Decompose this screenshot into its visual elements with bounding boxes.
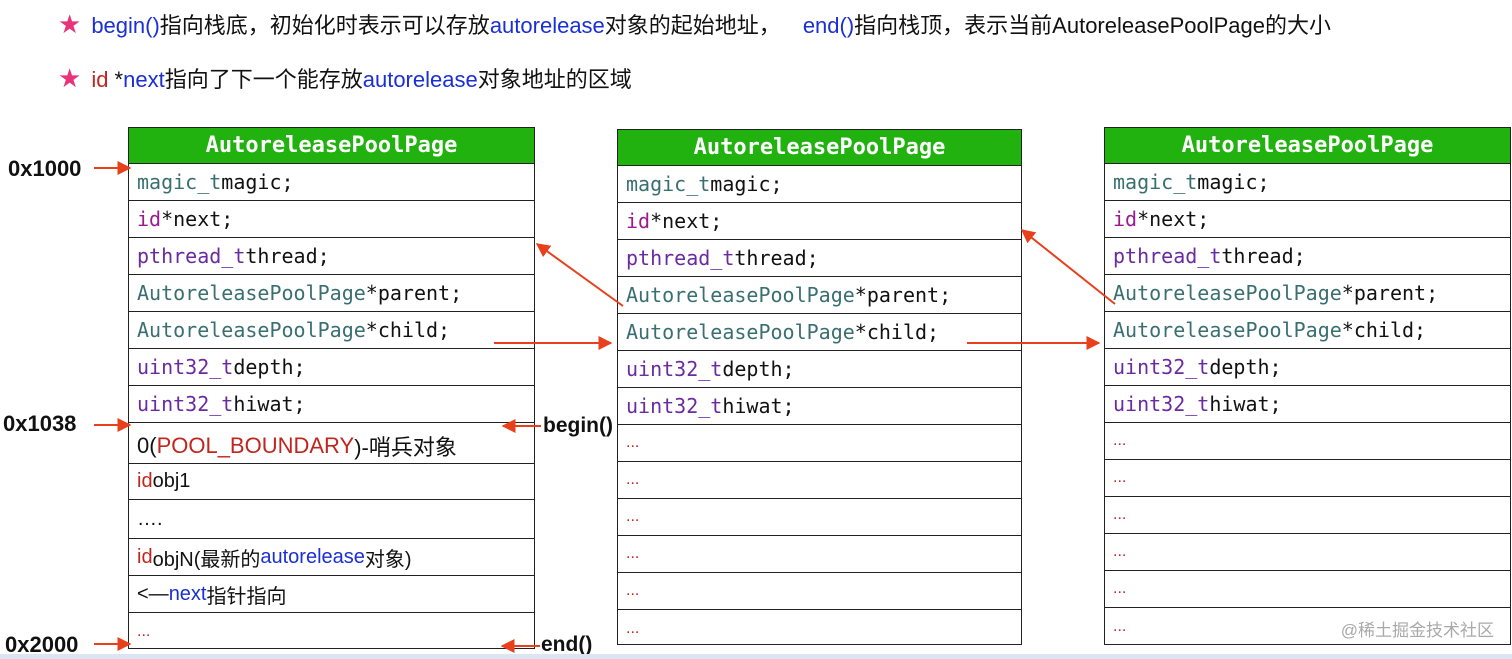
row-depth: uint32_t depth;: [129, 349, 534, 386]
row-dots: ….: [129, 500, 534, 539]
row-hiwat: uint32_t hiwat;: [1105, 386, 1510, 423]
row-parent: AutoreleasePoolPage *parent;: [618, 277, 1021, 314]
row-child: AutoreleasePoolPage *child;: [129, 312, 534, 349]
page-title: AutoreleasePoolPage: [129, 128, 534, 164]
arrow-parent-2-to-1: [535, 243, 624, 307]
address-label-0x1000: 0x1000: [8, 156, 82, 181]
empty-slot: ...: [626, 619, 640, 637]
row-next: id *next;: [618, 203, 1021, 240]
autorelease-pool-page-3: AutoreleasePoolPage magic_t magic; id *n…: [1104, 127, 1511, 645]
row-thread: pthread_t thread;: [618, 240, 1021, 277]
row-parent: AutoreleasePoolPage *parent;: [129, 275, 534, 312]
row-magic: magic_t magic;: [1105, 164, 1510, 201]
empty-slot: ...: [1105, 571, 1510, 608]
row-pool-boundary: 0(POOL_BOUNDARY)-哨兵对象: [129, 423, 534, 464]
star-icon: ★: [58, 9, 82, 39]
empty-slot: ...: [1105, 497, 1510, 534]
row-end-slot: ...: [137, 622, 151, 640]
empty-slot: ...: [1105, 534, 1510, 571]
autorelease-pool-page-2: AutoreleasePoolPage magic_t magic; id *n…: [617, 129, 1022, 645]
empty-slot: ...: [1105, 460, 1510, 497]
note-next: ★ id *next指向了下一个能存放autorelease对象地址的区域: [58, 63, 632, 93]
star-icon: ★: [58, 63, 82, 93]
row-magic: magic_t magic;: [129, 164, 534, 201]
row-magic: magic_t magic;: [618, 166, 1021, 203]
empty-slot: ...: [618, 499, 1021, 536]
empty-slot: ...: [618, 573, 1021, 610]
row-next-pointer: <— next 指针指向: [129, 576, 534, 613]
row-depth: uint32_t depth;: [1105, 349, 1510, 386]
row-parent: AutoreleasePoolPage *parent;: [1105, 275, 1510, 312]
page-title: AutoreleasePoolPage: [1105, 128, 1510, 164]
row-child: AutoreleasePoolPage *child;: [1105, 312, 1510, 349]
row-child: AutoreleasePoolPage *child;: [618, 314, 1021, 351]
page-title: AutoreleasePoolPage: [618, 130, 1021, 166]
bottom-strip: [0, 654, 1512, 659]
empty-slot: ...: [618, 425, 1021, 462]
empty-slot: ...: [618, 462, 1021, 499]
row-obj1: id obj1: [129, 464, 534, 500]
watermark: @稀土掘金技术社区: [1340, 621, 1494, 640]
row-hiwat: uint32_t hiwat;: [129, 386, 534, 423]
arrow-parent-3-to-2: [1020, 229, 1116, 305]
begin-pointer-label: begin(): [543, 414, 613, 437]
row-objN: id objN(最新的 autorelease 对象): [129, 539, 534, 576]
row-depth: uint32_t depth;: [618, 351, 1021, 388]
row-hiwat: uint32_t hiwat;: [618, 388, 1021, 425]
row-thread: pthread_t thread;: [1105, 238, 1510, 275]
row-thread: pthread_t thread;: [129, 238, 534, 275]
empty-slot: ...: [1105, 423, 1510, 460]
autorelease-pool-page-1: AutoreleasePoolPage magic_t magic; id *n…: [128, 127, 535, 649]
address-label-0x1038: 0x1038: [3, 411, 77, 436]
row-next: id *next;: [129, 201, 534, 238]
empty-slot: ...: [618, 536, 1021, 573]
row-next: id *next;: [1105, 201, 1510, 238]
note-begin-end: ★ begin()指向栈底，初始化时表示可以存放autorelease对象的起始地…: [58, 9, 1331, 39]
